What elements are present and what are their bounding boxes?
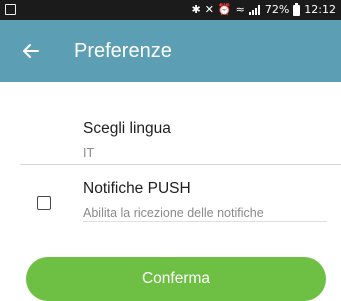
battery-percent: 72% xyxy=(264,3,290,16)
status-left xyxy=(5,4,16,15)
gallery-icon xyxy=(5,4,16,15)
mute-icon: ✕ xyxy=(204,3,214,16)
push-checkbox[interactable] xyxy=(37,196,51,210)
arrow-left-icon[interactable] xyxy=(21,41,41,61)
alarm-icon: ⏰ xyxy=(217,3,232,16)
status-time: 12:12 xyxy=(304,3,336,16)
divider xyxy=(20,164,341,165)
status-icons: ✱ ✕ ⏰ ≈ 72% 12:12 xyxy=(191,0,336,20)
app-bar: Preferenze xyxy=(0,20,341,82)
wifi-icon: ≈ xyxy=(235,3,245,16)
push-title: Notifiche PUSH xyxy=(83,180,191,197)
confirm-button[interactable]: Conferma xyxy=(26,257,326,301)
push-subtitle: Abilita la ricezione delle notifiche xyxy=(83,206,264,220)
bluetooth-icon: ✱ xyxy=(191,3,201,16)
battery-icon xyxy=(293,2,301,16)
push-divider xyxy=(83,221,327,222)
signal-icon xyxy=(248,5,260,15)
page-title: Preferenze xyxy=(74,40,172,62)
language-title[interactable]: Scegli lingua xyxy=(83,118,171,140)
language-value: IT xyxy=(83,146,95,160)
status-bar: ✱ ✕ ⏰ ≈ 72% 12:12 xyxy=(0,0,341,20)
